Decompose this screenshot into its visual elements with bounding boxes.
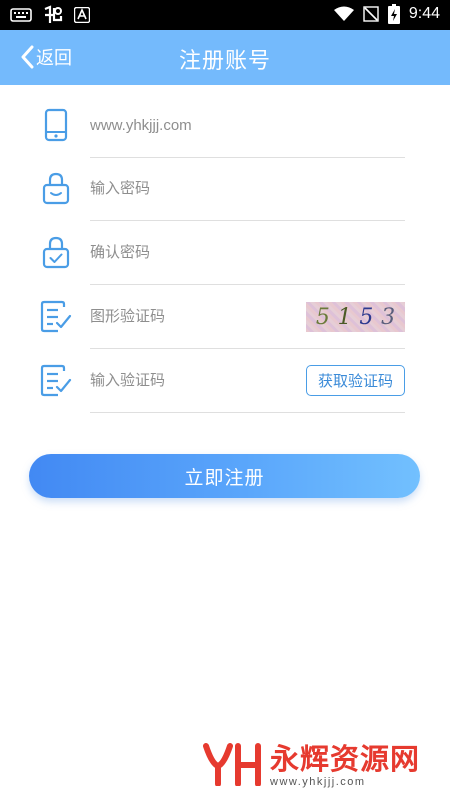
captcha-field-wrap: 5 1 5 3 <box>90 285 405 349</box>
captcha-digit: 1 <box>337 304 352 330</box>
lock-check-icon <box>42 236 70 269</box>
edit-check-icon <box>40 364 72 397</box>
sms-code-row: 获取验证码 <box>40 349 405 413</box>
account-field-wrap <box>90 94 405 158</box>
captcha-digit: 3 <box>381 304 396 330</box>
page-title: 注册账号 <box>178 49 271 74</box>
confirm-password-input[interactable] <box>90 221 405 284</box>
app-icon <box>44 5 63 23</box>
clock: 9:44 <box>408 5 440 22</box>
sms-code-field-wrap: 获取验证码 <box>90 349 405 413</box>
status-bar-system: 9:44 <box>333 4 440 24</box>
header: 返回 注册账号 <box>0 30 450 85</box>
get-code-button[interactable]: 获取验证码 <box>306 365 405 396</box>
no-signal-icon <box>363 6 379 22</box>
watermark-text: 永辉资源网 www.yhkjjj.com <box>270 742 420 788</box>
watermark: 永辉资源网 www.yhkjjj.com <box>202 742 420 788</box>
watermark-name: 永辉资源网 <box>270 742 421 776</box>
watermark-url: www.yhkjjj.com <box>270 776 366 788</box>
font-icon <box>74 7 90 23</box>
confirm-password-field-wrap <box>90 221 405 285</box>
account-row <box>40 94 405 158</box>
lock-icon <box>42 172 70 205</box>
brand-logo-icon <box>203 743 261 786</box>
captcha-digit: 5 <box>359 304 374 330</box>
register-button[interactable]: 立即注册 <box>29 454 420 498</box>
phone-icon <box>44 108 68 142</box>
status-bar: 9:44 <box>0 0 450 30</box>
account-input[interactable] <box>90 94 405 157</box>
password-field-wrap <box>90 157 405 221</box>
password-input[interactable] <box>90 157 405 220</box>
captcha-row: 5 1 5 3 <box>40 285 405 349</box>
confirm-password-row <box>40 221 405 285</box>
password-row <box>40 157 405 221</box>
battery-charging-icon <box>387 4 400 24</box>
wifi-icon <box>333 6 354 21</box>
edit-check-icon <box>40 300 72 333</box>
status-bar-notifications <box>10 5 90 25</box>
captcha-digit: 5 <box>315 304 330 330</box>
keyboard-icon <box>10 8 32 22</box>
captcha-image[interactable]: 5 1 5 3 <box>306 302 405 332</box>
